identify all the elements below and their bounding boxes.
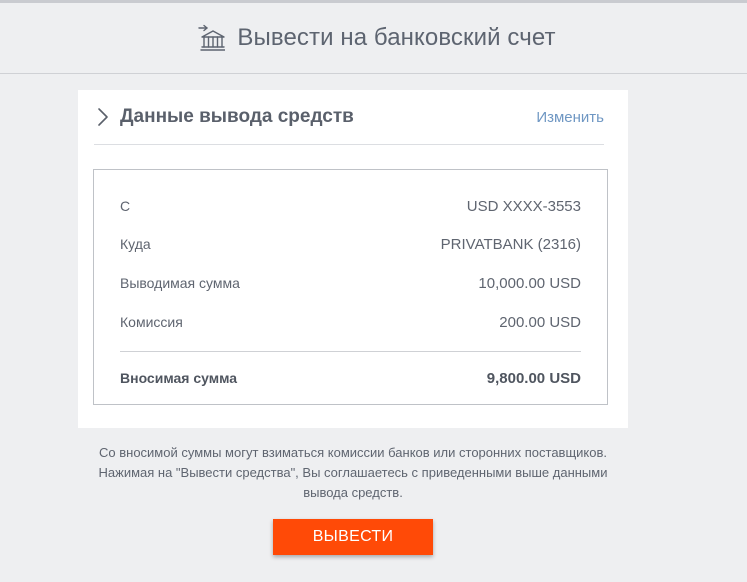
- bank-withdraw-icon: [198, 24, 226, 51]
- disclaimer-line: вывода средств.: [303, 485, 403, 500]
- detail-row-from: С USD XXXX-3553: [120, 195, 581, 217]
- withdraw-button[interactable]: ВЫВЕСТИ: [273, 519, 433, 555]
- card-title: Данные вывода средств: [120, 106, 354, 127]
- card-header: Данные вывода средств Изменить: [94, 90, 604, 145]
- detail-value: 10,000.00 USD: [478, 274, 581, 292]
- page: Вывести на банковский счет Данные вывода…: [0, 0, 747, 582]
- detail-row-to: Куда PRIVATBANK (2316): [120, 233, 581, 255]
- details-box: С USD XXXX-3553 Куда PRIVATBANK (2316) В…: [93, 169, 608, 405]
- details-divider: [120, 351, 581, 352]
- detail-value: USD XXXX-3553: [466, 197, 581, 215]
- detail-row-total: Вносимая сумма 9,800.00 USD: [120, 367, 581, 389]
- detail-label: Комиссия: [120, 314, 183, 330]
- detail-label: Выводимая сумма: [120, 275, 240, 291]
- detail-value: 200.00 USD: [499, 313, 581, 331]
- detail-row-amount: Выводимая сумма 10,000.00 USD: [120, 272, 581, 294]
- withdrawal-details-card: Данные вывода средств Изменить С USD XXX…: [78, 90, 628, 428]
- detail-value: PRIVATBANK (2316): [440, 235, 581, 253]
- detail-label: С: [120, 198, 131, 214]
- detail-label: Куда: [120, 236, 151, 252]
- disclaimer-line: Нажимая на "Вывести средства", Вы соглаш…: [98, 465, 608, 480]
- header-inner: Вывести на банковский счет: [197, 24, 555, 52]
- header: Вывести на банковский счет: [0, 3, 747, 74]
- total-value: 9,800.00 USD: [486, 369, 581, 387]
- disclaimer-text: Со вносимой суммы могут взиматься комисс…: [78, 443, 628, 503]
- chevron-right-icon[interactable]: [96, 107, 110, 127]
- total-label: Вносимая сумма: [120, 370, 238, 386]
- page-title: Вывести на банковский счет: [237, 24, 556, 51]
- detail-row-fee: Комиссия 200.00 USD: [120, 311, 581, 333]
- disclaimer-line: Со вносимой суммы могут взиматься комисс…: [99, 445, 607, 460]
- edit-link[interactable]: Изменить: [536, 109, 604, 126]
